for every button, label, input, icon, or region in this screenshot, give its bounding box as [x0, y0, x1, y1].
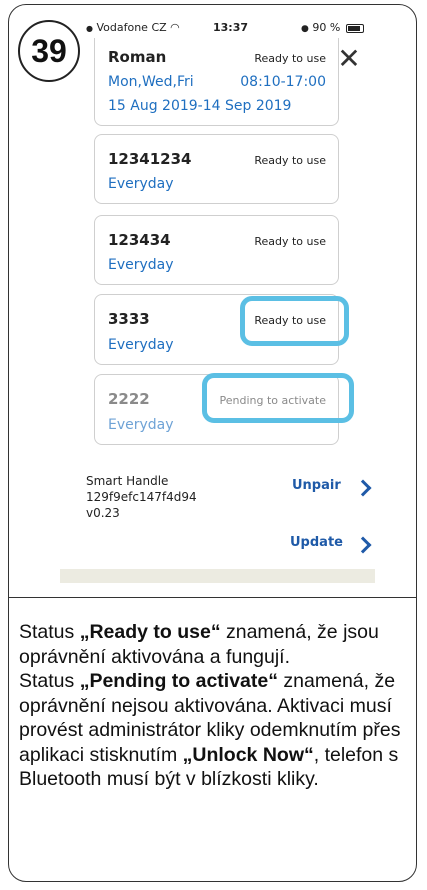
signal-icon: ● [86, 24, 93, 33]
device-version: v0.23 [86, 506, 120, 520]
close-icon[interactable]: ✕ [336, 45, 362, 73]
carrier-label: ● Vodafone CZ ◠ [86, 21, 180, 34]
description-text: Status „Ready to use“ znamená, že jsou o… [19, 620, 414, 792]
pending-description: Status „Pending to activate“ znamená, že… [19, 670, 401, 790]
update-button[interactable]: Update [290, 535, 343, 550]
permission-name: 123434 [108, 231, 171, 249]
clock: 13:37 [213, 21, 249, 34]
permission-card[interactable]: 3333 Ready to use Everyday [94, 294, 339, 365]
device-name: Smart Handle [86, 474, 169, 488]
permission-date-range: 15 Aug 2019-14 Sep 2019 [108, 98, 292, 114]
permission-card[interactable]: 12341234 Ready to use Everyday [94, 134, 339, 204]
battery-icon [345, 23, 364, 33]
section-divider [8, 597, 417, 598]
permission-card-roman[interactable]: Roman Ready to use Mon,Wed,Fri 08:10-17:… [94, 38, 339, 126]
permission-days: Mon,Wed,Fri [108, 74, 194, 90]
permission-name: Roman [108, 48, 167, 66]
permission-name: 2222 [108, 390, 150, 408]
step-number-badge: 39 [18, 20, 80, 82]
permission-schedule: Everyday [108, 417, 174, 433]
wifi-icon: ◠ [170, 21, 180, 34]
moon-icon: ● [301, 24, 309, 34]
permission-card[interactable]: 123434 Ready to use Everyday [94, 215, 339, 285]
permission-name: 12341234 [108, 150, 192, 168]
permission-status: Ready to use [254, 154, 326, 167]
device-info: Smart Handle 129f9efc147f4d94 v0.23 [86, 473, 197, 521]
permission-schedule: Everyday [108, 337, 174, 353]
permission-status: Ready to use [254, 52, 326, 65]
permission-schedule: Everyday [108, 257, 174, 273]
ready-description: Status „Ready to use“ znamená, že jsou o… [19, 621, 379, 668]
permission-card-pending[interactable]: 2222 Pending to activate Everyday [94, 374, 339, 445]
device-id: 129f9efc147f4d94 [86, 490, 197, 504]
status-bar: ● Vodafone CZ ◠ 13:37 ● 90 % [86, 18, 386, 38]
battery-indicator: ● 90 % [301, 21, 364, 34]
permission-schedule: Everyday [108, 176, 174, 192]
permission-status: Ready to use [254, 235, 326, 248]
permission-name: 3333 [108, 310, 150, 328]
bottom-bar [60, 569, 375, 583]
permission-status: Ready to use [254, 314, 326, 327]
unpair-button[interactable]: Unpair [292, 478, 341, 493]
permission-time: 08:10-17:00 [240, 74, 326, 90]
permission-status: Pending to activate [219, 394, 327, 407]
